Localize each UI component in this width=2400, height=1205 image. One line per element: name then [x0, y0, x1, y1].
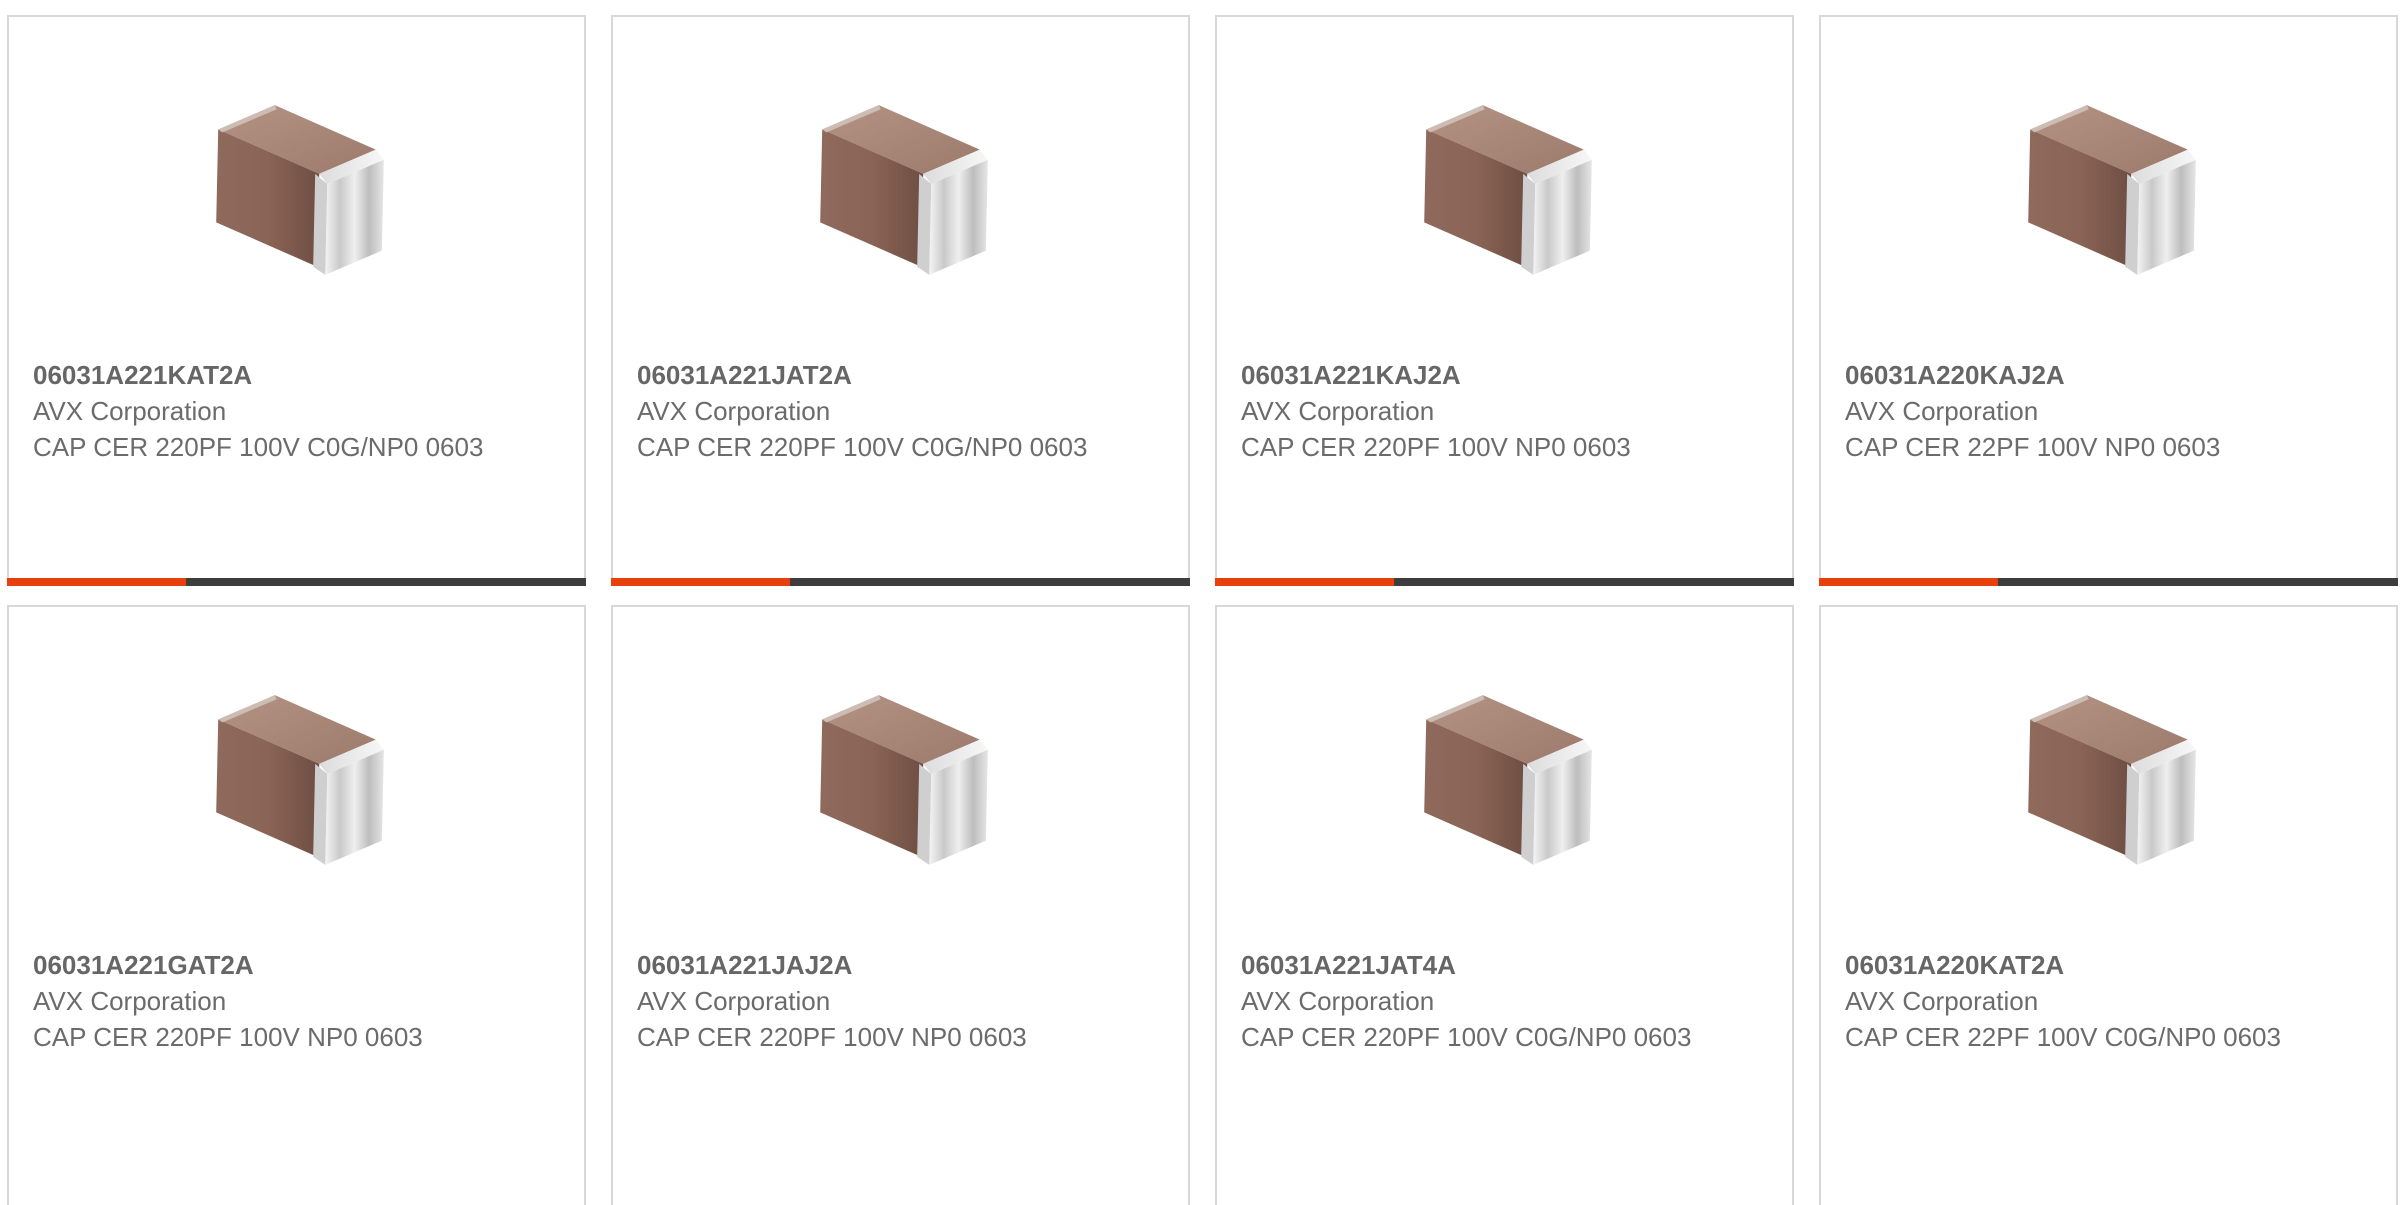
part-number[interactable]: 06031A221KAJ2A: [1241, 357, 1711, 393]
manufacturer: AVX Corporation: [1241, 986, 1435, 1016]
product-card[interactable]: 06031A221JAT4A AVX Corporation CAP CER 2…: [1215, 605, 1794, 1205]
description: CAP CER 22PF 100V C0G/NP0 0603: [1845, 1022, 2281, 1052]
product-info: 06031A221JAT4A AVX Corporation CAP CER 2…: [1241, 947, 1711, 1055]
manufacturer: AVX Corporation: [637, 396, 831, 426]
product-card[interactable]: 06031A221JAT2A AVX Corporation CAP CER 2…: [611, 15, 1190, 586]
manufacturer: AVX Corporation: [1845, 986, 2039, 1016]
product-info: 06031A220KAT2A AVX Corporation CAP CER 2…: [1845, 947, 2315, 1055]
manufacturer: AVX Corporation: [1241, 396, 1435, 426]
ceramic-capacitor-chip-icon: [2008, 677, 2210, 879]
ceramic-capacitor-chip-icon: [2008, 87, 2210, 289]
product-info: 06031A221KAJ2A AVX Corporation CAP CER 2…: [1241, 357, 1711, 465]
ceramic-capacitor-chip-icon: [196, 87, 398, 289]
manufacturer: AVX Corporation: [1845, 396, 2039, 426]
description: CAP CER 220PF 100V NP0 0603: [33, 1022, 423, 1052]
ceramic-capacitor-chip-icon: [1404, 677, 1606, 879]
part-number[interactable]: 06031A221JAT4A: [1241, 947, 1711, 983]
product-card[interactable]: 06031A220KAT2A AVX Corporation CAP CER 2…: [1819, 605, 2398, 1205]
product-card[interactable]: 06031A221GAT2A AVX Corporation CAP CER 2…: [7, 605, 586, 1205]
card-progress-bar: [611, 578, 1190, 586]
product-info: 06031A221JAJ2A AVX Corporation CAP CER 2…: [637, 947, 1107, 1055]
manufacturer: AVX Corporation: [33, 396, 227, 426]
ceramic-capacitor-chip-icon: [1404, 87, 1606, 289]
card-progress-fill: [7, 578, 187, 586]
product-info: 06031A220KAJ2A AVX Corporation CAP CER 2…: [1845, 357, 2315, 465]
ceramic-capacitor-chip-icon: [800, 87, 1002, 289]
description: CAP CER 220PF 100V C0G/NP0 0603: [1241, 1022, 1692, 1052]
part-number[interactable]: 06031A220KAT2A: [1845, 947, 2315, 983]
manufacturer: AVX Corporation: [637, 986, 831, 1016]
product-card[interactable]: 06031A221KAT2A AVX Corporation CAP CER 2…: [7, 15, 586, 586]
card-progress-fill: [1819, 578, 1999, 586]
part-number[interactable]: 06031A221GAT2A: [33, 947, 503, 983]
manufacturer: AVX Corporation: [33, 986, 227, 1016]
description: CAP CER 220PF 100V NP0 0603: [1241, 432, 1631, 462]
ceramic-capacitor-chip-icon: [196, 677, 398, 879]
product-info: 06031A221JAT2A AVX Corporation CAP CER 2…: [637, 357, 1107, 465]
part-number[interactable]: 06031A220KAJ2A: [1845, 357, 2315, 393]
product-card[interactable]: 06031A220KAJ2A AVX Corporation CAP CER 2…: [1819, 15, 2398, 586]
ceramic-capacitor-chip-icon: [800, 677, 1002, 879]
card-progress-bar: [1215, 578, 1794, 586]
description: CAP CER 22PF 100V NP0 0603: [1845, 432, 2221, 462]
card-progress-fill: [1215, 578, 1395, 586]
card-progress-fill: [611, 578, 791, 586]
product-card[interactable]: 06031A221JAJ2A AVX Corporation CAP CER 2…: [611, 605, 1190, 1205]
card-progress-bar: [7, 578, 586, 586]
description: CAP CER 220PF 100V C0G/NP0 0603: [637, 432, 1088, 462]
description: CAP CER 220PF 100V NP0 0603: [637, 1022, 1027, 1052]
part-number[interactable]: 06031A221JAJ2A: [637, 947, 1107, 983]
product-info: 06031A221GAT2A AVX Corporation CAP CER 2…: [33, 947, 503, 1055]
product-grid: 06031A221KAT2A AVX Corporation CAP CER 2…: [0, 0, 2400, 1205]
product-card[interactable]: 06031A221KAJ2A AVX Corporation CAP CER 2…: [1215, 15, 1794, 586]
description: CAP CER 220PF 100V C0G/NP0 0603: [33, 432, 484, 462]
part-number[interactable]: 06031A221JAT2A: [637, 357, 1107, 393]
card-progress-bar: [1819, 578, 2398, 586]
part-number[interactable]: 06031A221KAT2A: [33, 357, 503, 393]
product-info: 06031A221KAT2A AVX Corporation CAP CER 2…: [33, 357, 503, 465]
